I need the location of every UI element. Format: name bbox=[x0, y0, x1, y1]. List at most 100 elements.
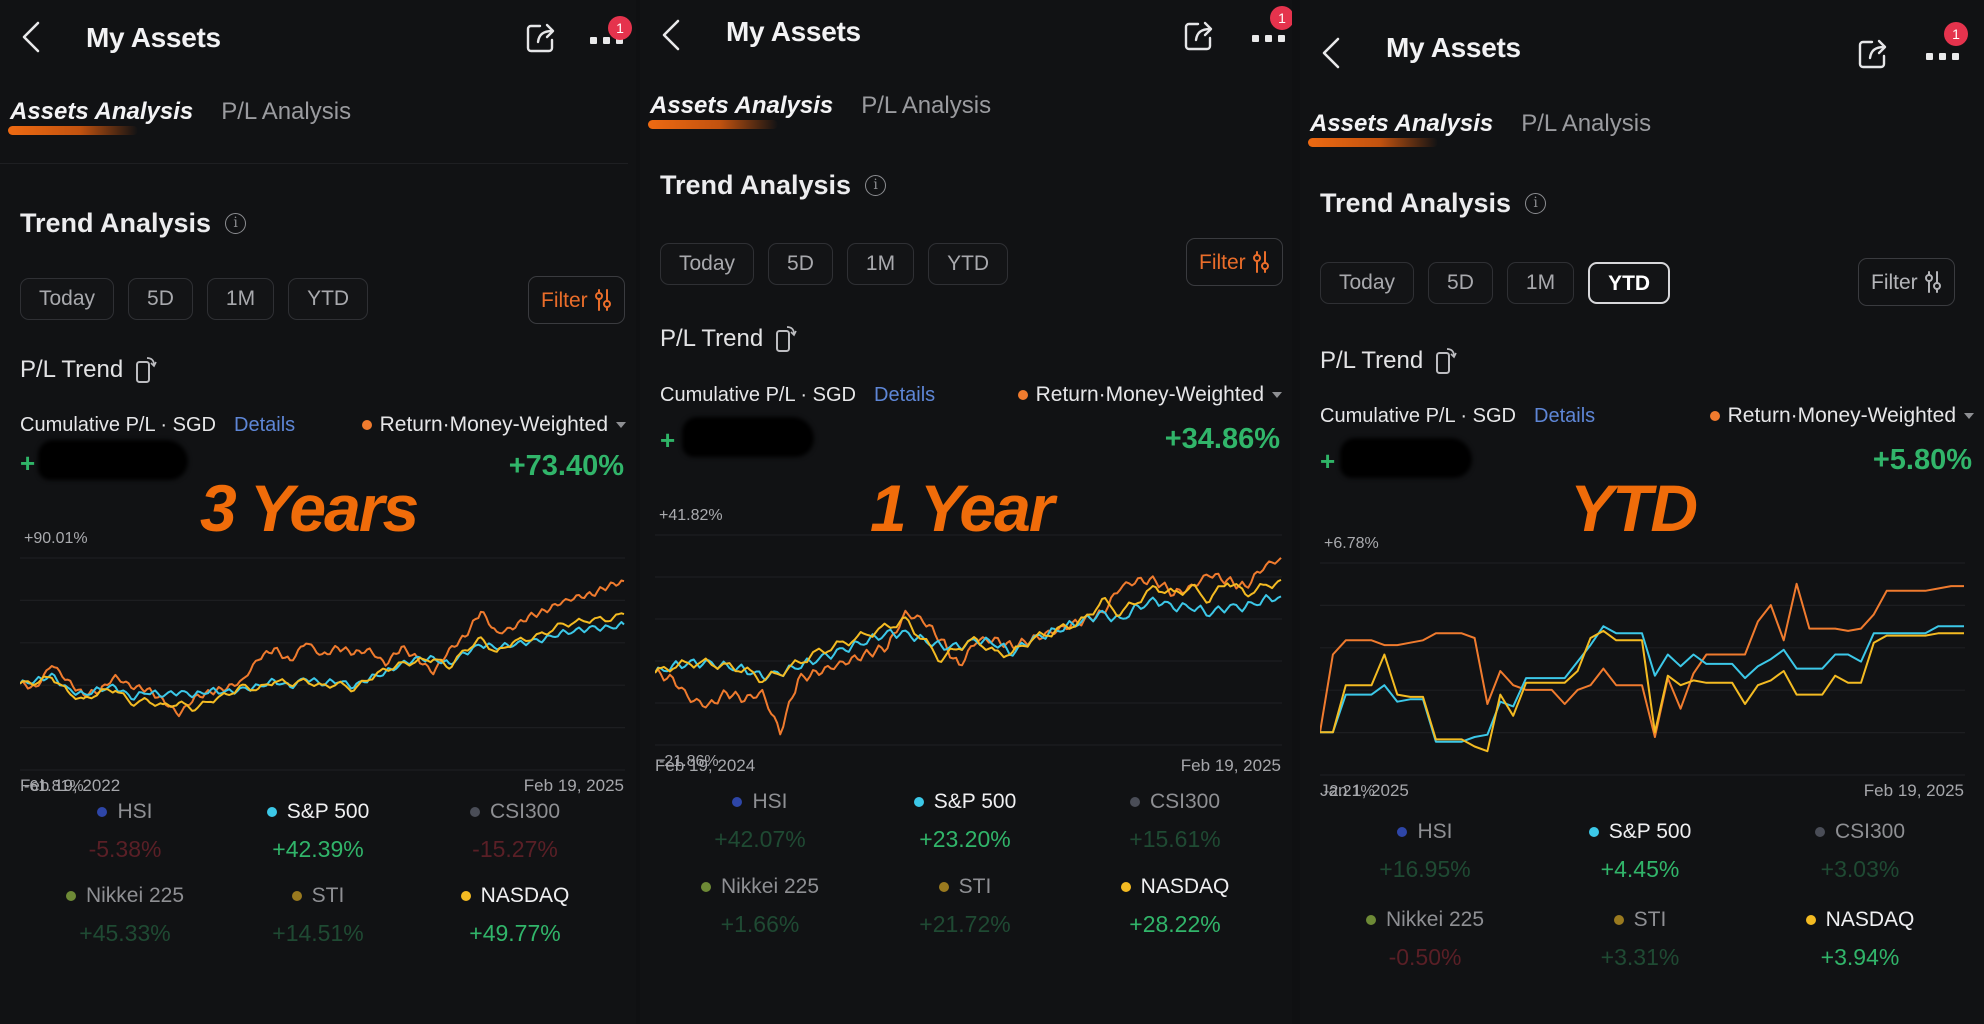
rotate-screen-icon[interactable] bbox=[135, 356, 157, 384]
back-arrow-icon[interactable] bbox=[660, 18, 682, 52]
dropdown-caret-icon bbox=[1964, 413, 1974, 419]
legend-item-csi300[interactable]: CSI300 +15.61% bbox=[1070, 790, 1280, 853]
period-ytd-button[interactable]: YTD bbox=[928, 243, 1009, 285]
series-line-nasdaq bbox=[655, 578, 1282, 684]
legend-label: S&P 500 bbox=[1608, 820, 1692, 843]
filter-button[interactable]: Filter bbox=[528, 276, 625, 324]
filter-button[interactable]: Filter bbox=[1186, 238, 1283, 286]
legend-name: NASDAQ bbox=[1805, 908, 1914, 932]
period-1m-button[interactable]: 1M bbox=[206, 278, 275, 320]
legend-label: S&P 500 bbox=[933, 790, 1017, 813]
legend-item-nikkei-225[interactable]: Nikkei 225 +1.66% bbox=[655, 875, 865, 938]
period-1m-button[interactable]: 1M bbox=[846, 243, 915, 285]
legend-label: NASDAQ bbox=[1140, 875, 1230, 898]
legend-item-csi300[interactable]: CSI300 -15.27% bbox=[410, 800, 620, 863]
pl-trend-chart: +90.01% -61.81% Feb 19, 2022 Feb 19, 202… bbox=[20, 530, 630, 795]
period-overlay-label: 1 Year bbox=[870, 471, 1055, 545]
legend-item-hsi[interactable]: HSI +42.07% bbox=[655, 790, 865, 853]
legend-item-nasdaq[interactable]: NASDAQ +49.77% bbox=[410, 884, 620, 947]
legend-name: CSI300 bbox=[1814, 820, 1905, 844]
legend-name: HSI bbox=[732, 790, 788, 814]
legend-item-sti[interactable]: STI +21.72% bbox=[860, 875, 1070, 938]
legend-item-nikkei-225[interactable]: Nikkei 225 +45.33% bbox=[20, 884, 230, 947]
section-title: Trend Analysis bbox=[1320, 188, 1512, 218]
dropdown-caret-icon bbox=[1272, 392, 1282, 398]
legend-name: NASDAQ bbox=[460, 884, 569, 908]
legend-name: STI bbox=[938, 875, 991, 899]
legend-label: Nikkei 225 bbox=[85, 884, 185, 907]
back-arrow-icon[interactable] bbox=[20, 20, 42, 54]
legend-item-hsi[interactable]: HSI -5.38% bbox=[20, 800, 230, 863]
more-options-button[interactable] bbox=[1252, 27, 1288, 47]
legend-label: STI bbox=[1633, 908, 1667, 931]
return-type-dropdown[interactable]: Return·Money-Weighted bbox=[1017, 383, 1282, 407]
legend-item-s-p-500[interactable]: S&P 500 +4.45% bbox=[1535, 820, 1745, 883]
info-icon[interactable]: i bbox=[865, 175, 887, 196]
period-1m-button[interactable]: 1M bbox=[1506, 262, 1575, 304]
legend-color-dot bbox=[913, 797, 924, 807]
legend-name: Nikkei 225 bbox=[65, 884, 185, 908]
tab-pl-analysis[interactable]: P/L Analysis bbox=[861, 92, 991, 120]
legend-name: S&P 500 bbox=[913, 790, 1017, 814]
legend-name: CSI300 bbox=[1129, 790, 1220, 814]
legend-label: Nikkei 225 bbox=[720, 875, 820, 898]
more-options-button[interactable] bbox=[1926, 45, 1962, 65]
legend-item-s-p-500[interactable]: S&P 500 +23.20% bbox=[860, 790, 1070, 853]
tab-pl-analysis[interactable]: P/L Analysis bbox=[221, 98, 351, 126]
tab-assets-analysis[interactable]: Assets Analysis bbox=[1307, 110, 1493, 147]
legend-value: +21.72% bbox=[919, 911, 1011, 937]
legend-name: S&P 500 bbox=[266, 800, 369, 824]
tab-assets-analysis[interactable]: Assets Analysis bbox=[647, 92, 833, 129]
legend-value: +1.66% bbox=[720, 911, 800, 937]
back-arrow-icon[interactable] bbox=[1320, 36, 1342, 70]
period-today-button[interactable]: Today bbox=[20, 278, 115, 320]
legend-item-hsi[interactable]: HSI +16.95% bbox=[1320, 820, 1530, 883]
return-type-dropdown[interactable]: Return·Money-Weighted bbox=[361, 413, 626, 437]
rotate-screen-icon[interactable] bbox=[775, 325, 797, 353]
legend-color-dot bbox=[700, 882, 711, 892]
sliders-icon bbox=[594, 289, 611, 311]
period-5d-button[interactable]: 5D bbox=[1428, 262, 1493, 304]
legend-value: +3.31% bbox=[1600, 944, 1680, 970]
tab-assets-analysis[interactable]: Assets Analysis bbox=[7, 98, 193, 135]
period-5d-button[interactable]: 5D bbox=[768, 243, 833, 285]
details-link[interactable]: Details bbox=[1534, 405, 1595, 428]
legend-item-sti[interactable]: STI +14.51% bbox=[213, 884, 423, 947]
legend-item-s-p-500[interactable]: S&P 500 +42.39% bbox=[213, 800, 423, 863]
return-type-dropdown[interactable]: Return·Money-Weighted bbox=[1709, 404, 1974, 428]
period-today-button[interactable]: Today bbox=[660, 243, 755, 285]
legend-value: +45.33% bbox=[79, 920, 171, 946]
series-line-my-return bbox=[655, 557, 1282, 736]
trend-analysis-heading: Trend Analysis i bbox=[20, 208, 247, 239]
sliders-icon bbox=[1924, 271, 1941, 293]
details-link[interactable]: Details bbox=[874, 384, 935, 407]
legend-item-nasdaq[interactable]: NASDAQ +3.94% bbox=[1755, 908, 1965, 971]
legend-item-nasdaq[interactable]: NASDAQ +28.22% bbox=[1070, 875, 1280, 938]
period-ytd-button[interactable]: YTD bbox=[1588, 262, 1671, 304]
x-start-label: Feb 19, 2024 bbox=[655, 756, 756, 775]
legend-value: +3.94% bbox=[1820, 944, 1900, 970]
tab-pl-analysis[interactable]: P/L Analysis bbox=[1521, 110, 1651, 138]
chart-svg bbox=[1320, 562, 1965, 776]
legend-item-nikkei-225[interactable]: Nikkei 225 -0.50% bbox=[1320, 908, 1530, 971]
legend-item-sti[interactable]: STI +3.31% bbox=[1535, 908, 1745, 971]
share-icon[interactable] bbox=[1856, 36, 1890, 70]
filter-button[interactable]: Filter bbox=[1858, 258, 1955, 306]
top-bar: My Assets 1 bbox=[640, 0, 1292, 90]
legend-color-dot bbox=[938, 882, 949, 892]
info-icon[interactable]: i bbox=[225, 213, 247, 234]
share-icon[interactable] bbox=[524, 20, 558, 54]
rotate-screen-icon[interactable] bbox=[1435, 347, 1457, 375]
legend-item-csi300[interactable]: CSI300 +3.03% bbox=[1755, 820, 1965, 883]
period-ytd-button[interactable]: YTD bbox=[288, 278, 369, 320]
legend-value: +4.45% bbox=[1600, 856, 1680, 882]
share-icon[interactable] bbox=[1182, 18, 1216, 52]
legend-name: HSI bbox=[97, 800, 153, 824]
pl-trend-heading: P/L Trend bbox=[660, 325, 797, 353]
period-today-button[interactable]: Today bbox=[1320, 262, 1415, 304]
info-icon[interactable]: i bbox=[1525, 193, 1547, 214]
details-link[interactable]: Details bbox=[234, 414, 295, 437]
period-5d-button[interactable]: 5D bbox=[128, 278, 193, 320]
legend-color-dot bbox=[1397, 827, 1408, 837]
return-value: +5.80% bbox=[1872, 444, 1972, 476]
